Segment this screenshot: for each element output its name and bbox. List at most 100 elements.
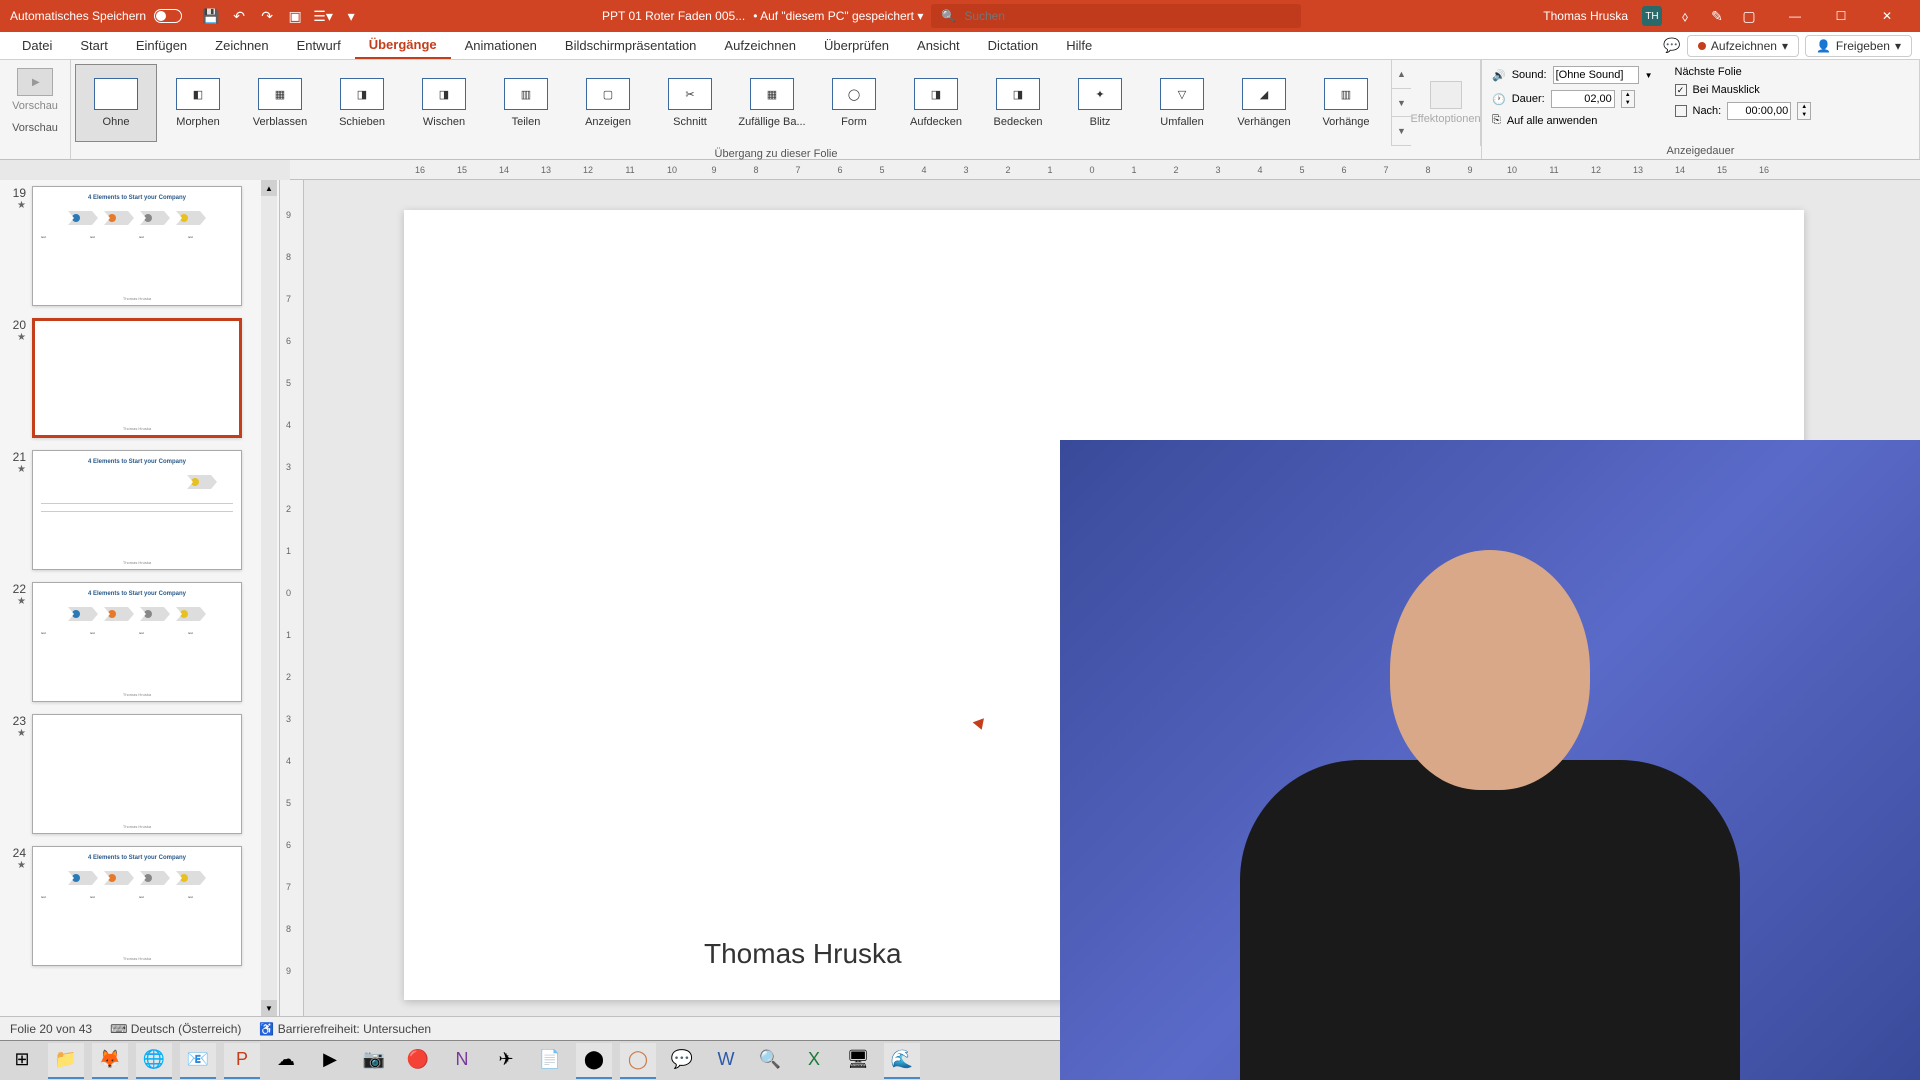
app-icon-5[interactable]: ◯ bbox=[620, 1043, 656, 1079]
save-icon[interactable]: 💾 bbox=[202, 7, 220, 25]
preview-icon bbox=[17, 68, 53, 96]
app-icon-3[interactable]: 🔴 bbox=[400, 1043, 436, 1079]
gallery-more-button[interactable]: ▼ bbox=[1392, 117, 1411, 146]
thumbnail-slide-20[interactable]: 20★Thomas Hruska bbox=[6, 318, 279, 438]
telegram-icon[interactable]: ✈ bbox=[488, 1043, 524, 1079]
after-checkbox-row[interactable]: Nach: ▲▼ bbox=[1675, 102, 1812, 120]
transition-schieben[interactable]: ◨Schieben bbox=[321, 64, 403, 142]
thumbnail-slide-19[interactable]: 19★4 Elements to Start your Companytextt… bbox=[6, 186, 279, 306]
draw-icon[interactable]: ✎ bbox=[1708, 7, 1726, 25]
app-icon-7[interactable]: 🖥 bbox=[840, 1043, 876, 1079]
slide-counter[interactable]: Folie 20 von 43 bbox=[10, 1022, 92, 1036]
tab-entwurf[interactable]: Entwurf bbox=[283, 32, 355, 59]
thumbnail-slide-24[interactable]: 24★4 Elements to Start your Companytextt… bbox=[6, 846, 279, 966]
start-button[interactable]: ⊞ bbox=[4, 1043, 40, 1079]
share-icon: 👤 bbox=[1816, 39, 1831, 53]
transition-verblassen[interactable]: ▦Verblassen bbox=[239, 64, 321, 142]
thumbnail-slide-23[interactable]: 23★Thomas Hruska bbox=[6, 714, 279, 834]
transition-verhngen[interactable]: ◢Verhängen bbox=[1223, 64, 1305, 142]
apply-all-button[interactable]: ⎘ Auf alle anwenden bbox=[1492, 114, 1653, 127]
preview-button[interactable]: Vorschau bbox=[0, 60, 70, 120]
maximize-button[interactable]: ☐ bbox=[1818, 0, 1864, 32]
language-indicator[interactable]: ⌨ Deutsch (Österreich) bbox=[110, 1022, 241, 1036]
transition-aufdecken[interactable]: ◨Aufdecken bbox=[895, 64, 977, 142]
outlook-icon[interactable]: 📧 bbox=[180, 1043, 216, 1079]
window-mode-icon[interactable]: ▢ bbox=[1740, 7, 1758, 25]
transition-zuflligeba[interactable]: ▦Zufällige Ba... bbox=[731, 64, 813, 142]
username-label[interactable]: Thomas Hruska bbox=[1543, 9, 1628, 23]
duration-input[interactable] bbox=[1551, 90, 1615, 108]
tab-start[interactable]: Start bbox=[66, 32, 121, 59]
redo-icon[interactable]: ↷ bbox=[258, 7, 276, 25]
excel-icon[interactable]: X bbox=[796, 1043, 832, 1079]
transition-wischen[interactable]: ◨Wischen bbox=[403, 64, 485, 142]
present-from-start-icon[interactable]: ▣ bbox=[286, 7, 304, 25]
presenter-video bbox=[1210, 520, 1770, 1080]
saved-location-label[interactable]: • Auf "diesem PC" gespeichert ▾ bbox=[753, 9, 923, 23]
after-time-input[interactable] bbox=[1727, 102, 1791, 120]
sound-select[interactable] bbox=[1553, 66, 1639, 84]
tab-ansicht[interactable]: Ansicht bbox=[903, 32, 974, 59]
transition-morphen[interactable]: ◧Morphen bbox=[157, 64, 239, 142]
transition-anzeigen[interactable]: ▢Anzeigen bbox=[567, 64, 649, 142]
tab-überprüfen[interactable]: Überprüfen bbox=[810, 32, 903, 59]
touch-mode-icon[interactable]: ☰▾ bbox=[314, 7, 332, 25]
scroll-down-button[interactable]: ▼ bbox=[261, 1000, 277, 1016]
tab-einfügen[interactable]: Einfügen bbox=[122, 32, 201, 59]
transition-teilen[interactable]: ▥Teilen bbox=[485, 64, 567, 142]
minimize-button[interactable]: — bbox=[1772, 0, 1818, 32]
onenote-icon[interactable]: N bbox=[444, 1043, 480, 1079]
app-icon-6[interactable]: 🔍 bbox=[752, 1043, 788, 1079]
transition-schnitt[interactable]: ✂Schnitt bbox=[649, 64, 731, 142]
thumbnail-slide-21[interactable]: 21★4 Elements to Start your CompanyThoma… bbox=[6, 450, 279, 570]
scroll-up-button[interactable]: ▲ bbox=[261, 180, 277, 196]
tab-hilfe[interactable]: Hilfe bbox=[1052, 32, 1106, 59]
close-button[interactable]: ✕ bbox=[1864, 0, 1910, 32]
tab-datei[interactable]: Datei bbox=[8, 32, 66, 59]
word-icon[interactable]: W bbox=[708, 1043, 744, 1079]
obs-icon[interactable]: ⬤ bbox=[576, 1043, 612, 1079]
transition-umfallen[interactable]: ▽Umfallen bbox=[1141, 64, 1223, 142]
app-icon-1[interactable]: ☁ bbox=[268, 1043, 304, 1079]
firefox-icon[interactable]: 🦊 bbox=[92, 1043, 128, 1079]
search-box[interactable]: 🔍 bbox=[931, 4, 1301, 28]
edge-icon[interactable]: 🌊 bbox=[884, 1043, 920, 1079]
tab-dictation[interactable]: Dictation bbox=[974, 32, 1053, 59]
user-avatar[interactable]: TH bbox=[1642, 6, 1662, 26]
app-icon-4[interactable]: 📄 bbox=[532, 1043, 568, 1079]
tab-aufzeichnen[interactable]: Aufzeichnen bbox=[710, 32, 810, 59]
gallery-up-button[interactable]: ▲ bbox=[1392, 60, 1411, 89]
transition-form[interactable]: ◯Form bbox=[813, 64, 895, 142]
vlc-icon[interactable]: ▶ bbox=[312, 1043, 348, 1079]
comments-icon[interactable]: 💬 bbox=[1663, 37, 1681, 55]
chrome-icon[interactable]: 🌐 bbox=[136, 1043, 172, 1079]
qat-more-icon[interactable]: ▾ bbox=[342, 7, 360, 25]
search-input[interactable] bbox=[964, 9, 1291, 23]
file-explorer-icon[interactable]: 📁 bbox=[48, 1043, 84, 1079]
thumbnail-slide-22[interactable]: 22★4 Elements to Start your Companytextt… bbox=[6, 582, 279, 702]
after-spinner[interactable]: ▲▼ bbox=[1797, 102, 1811, 120]
share-button[interactable]: 👤Freigeben ▾ bbox=[1805, 35, 1912, 57]
gallery-down-button[interactable]: ▼ bbox=[1392, 89, 1411, 118]
tab-übergänge[interactable]: Übergänge bbox=[355, 32, 451, 59]
transition-blitz[interactable]: ✦Blitz bbox=[1059, 64, 1141, 142]
tab-bildschirmpräsentation[interactable]: Bildschirmpräsentation bbox=[551, 32, 711, 59]
transition-ohne[interactable]: Ohne bbox=[75, 64, 157, 142]
duration-spinner[interactable]: ▲▼ bbox=[1621, 90, 1635, 108]
timing-group-label: Anzeigedauer bbox=[1482, 143, 1919, 159]
app-icon-2[interactable]: 📷 bbox=[356, 1043, 392, 1079]
record-button[interactable]: Aufzeichnen ▾ bbox=[1687, 35, 1799, 57]
thumbnail-scrollbar[interactable]: ▲ ▼ bbox=[261, 180, 277, 1016]
undo-icon[interactable]: ↶ bbox=[230, 7, 248, 25]
powerpoint-icon[interactable]: P bbox=[224, 1043, 260, 1079]
on-click-checkbox[interactable]: ✓ Bei Mausklick bbox=[1675, 84, 1812, 96]
transition-bedecken[interactable]: ◨Bedecken bbox=[977, 64, 1059, 142]
tab-animationen[interactable]: Animationen bbox=[451, 32, 551, 59]
discord-icon[interactable]: 💬 bbox=[664, 1043, 700, 1079]
autosave-toggle[interactable] bbox=[154, 9, 182, 23]
transition-vorhnge[interactable]: ▥Vorhänge bbox=[1305, 64, 1387, 142]
thumbnail-panel[interactable]: 19★4 Elements to Start your Companytextt… bbox=[0, 180, 280, 1016]
accessibility-checker[interactable]: ♿ Barrierefreiheit: Untersuchen bbox=[259, 1022, 431, 1036]
sync-icon[interactable]: ⬨ bbox=[1676, 7, 1694, 25]
tab-zeichnen[interactable]: Zeichnen bbox=[201, 32, 282, 59]
